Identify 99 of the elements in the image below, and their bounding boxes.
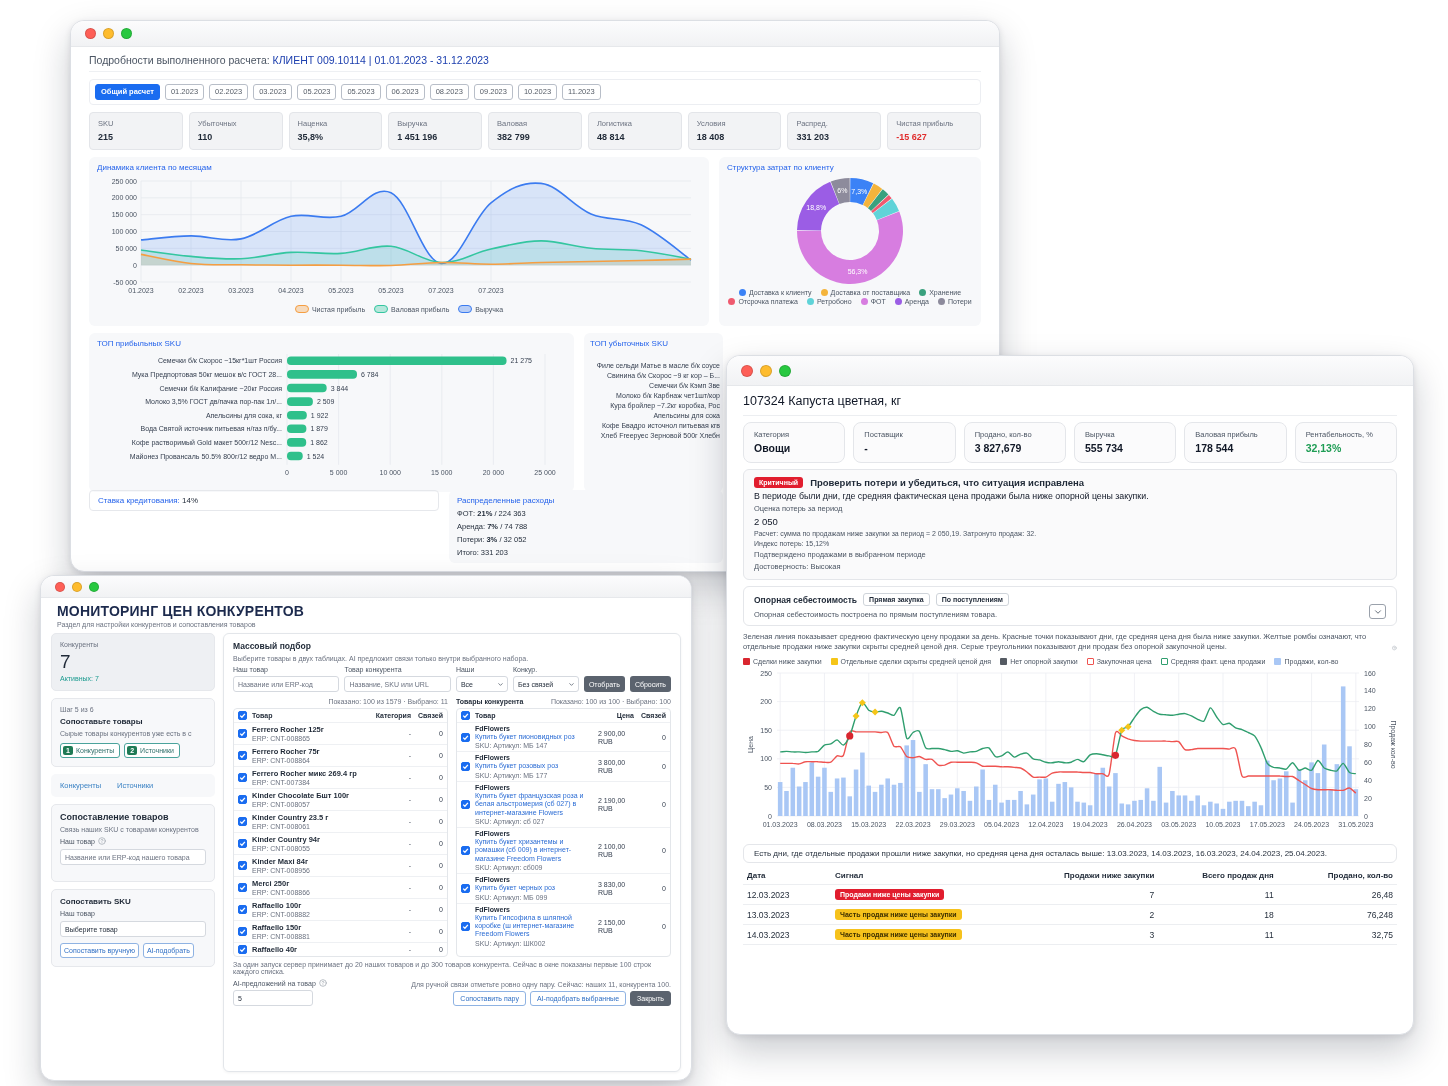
chart-bar [287,438,307,447]
legend-marker-icon [938,298,945,306]
close-icon[interactable] [55,581,65,592]
checkbox[interactable] [461,732,470,742]
competitor-count: 7 [60,652,72,671]
close-icon[interactable] [741,364,753,377]
maximize-icon[interactable] [89,581,99,592]
chevron-down-icon [496,680,504,688]
panel-title: ТОП прибыльных SKU [97,339,182,348]
legend-marker-icon [294,305,309,314]
kpi-value: 215 [98,132,115,143]
panel-title: Распределенные расходы [457,496,556,505]
legend-marker-icon [860,298,868,306]
legend-marker-icon [458,305,473,314]
column-header: Продажи ниже закупки [1063,871,1155,881]
card-title: Сопоставление товаров [60,812,170,822]
page-title: МОНИТОРИНГ ЦЕН КОНКУРЕНТОВ [57,603,306,619]
table-cell-text: 32,75 [1370,929,1393,940]
legend-marker-icon [919,289,927,297]
kpi-value: 35,8% [297,132,325,143]
kpi-value: Овощи [754,442,792,454]
chart-bar [287,383,327,393]
page-heading: Подробности выполненного расчета: КЛИЕНТ 009.10114 | 01.01.2023 - 31.12.2023 [89,54,981,72]
kpi-value: 48 814 [596,132,626,143]
legend-marker-icon [738,289,746,297]
chart-point [1111,752,1120,760]
checkbox[interactable] [461,921,470,931]
legend-marker-icon [820,289,828,297]
checkbox[interactable] [238,927,247,936]
alert-text: В периоде были дни, где средняя фактическая цена продажи была ниже опорной цены закупки. [754,491,1150,501]
table-cell-text: 11 [1263,929,1274,940]
card-title: Сопоставьте товары [60,717,144,726]
chevron-down-icon [567,680,575,688]
section-title: Опорная себестоимость [754,594,858,605]
maximize-icon[interactable] [121,28,132,39]
loss-value: 2 050 [754,516,779,527]
column-header: Продано, кол-во [1326,871,1393,881]
column-header: Сигнал [835,871,865,881]
checkbox[interactable] [461,846,470,856]
chart-bar [287,370,357,379]
checkbox[interactable] [238,773,247,782]
panel-title: Структура затрат по клиенту [727,163,835,173]
chart-point [846,732,854,740]
checkbox[interactable] [461,762,470,772]
table-cell-text: 12.03.2023 [747,889,791,900]
kpi-value: 331 203 [796,132,830,143]
panel-title: ТОП убыточных SKU [590,339,669,348]
panel-title: Динамика клиента по месяцам [97,163,213,173]
checkbox[interactable] [238,795,247,804]
checkbox[interactable] [238,839,247,848]
checkbox[interactable] [238,729,247,738]
checkbox[interactable] [238,905,247,914]
kpi-value: 3 827,679 [974,442,1023,454]
table-cell-text: 7 [1148,889,1155,900]
legend-marker-icon [728,298,736,306]
note-box: Есть дни, где отдельные продажи прошли ниже закупки, но средняя цена дня осталась выше: 13.03.2023, 14.03.2023, 16.03.2023, 24.04.2023, 25.04.2023. [743,844,1397,864]
table-cell-text: 13.03.2023 [747,909,791,920]
legend-marker-icon [806,298,814,306]
legend-marker-icon [894,298,902,306]
column-header: Всего продаж дня [1201,871,1274,881]
checkbox[interactable] [238,945,247,954]
credit-rate: Ставка кредитования: 14% [89,490,439,511]
table-cell-text: 11 [1263,889,1274,900]
table-cell-text: 3 [1148,929,1155,940]
checkbox[interactable] [238,861,247,870]
chart-bar [287,397,313,406]
table-cell-text: 14.03.2023 [747,929,791,940]
table-cell-text: 26,48 [1370,889,1393,900]
kpi-value: 110 [197,132,214,143]
kpi-value: 1 451 196 [397,132,439,143]
checkbox[interactable] [238,711,247,720]
product-title: 107324 Капуста цветная, кг [743,394,1397,416]
close-icon[interactable] [85,28,96,39]
kpi-value: 32,13% [1305,442,1343,454]
legend-marker-icon [374,305,389,314]
column-header: Дата [747,871,767,881]
chart-bar [287,451,303,461]
kpi-value: -15 627 [896,132,928,143]
chart-bar [287,424,307,434]
kpi-value: 555 734 [1085,442,1124,454]
kpi-value: 18 408 [696,132,726,143]
table-cell-text: 18 [1263,909,1274,920]
checkbox[interactable] [238,751,247,760]
checkbox[interactable] [238,817,247,826]
checkbox[interactable] [461,799,470,809]
kpi-value: 178 544 [1195,442,1235,454]
chart-bar [287,410,307,420]
alert-title: Проверить потери и убедиться, что ситуация исправлена [810,477,1084,488]
maximize-icon[interactable] [779,364,791,377]
kpi-value: 382 799 [497,132,531,143]
checkbox[interactable] [238,883,247,892]
table-cell-text: 2 [1148,909,1155,920]
card-title: Сопоставить SKU [60,897,132,906]
panel-title: Массовый подбор [233,641,312,651]
checkbox[interactable] [461,711,470,720]
checkbox[interactable] [461,883,470,893]
expand-button[interactable] [1369,604,1386,619]
kpi-value: - [864,442,869,454]
table-cell-text: 76,248 [1366,909,1393,920]
